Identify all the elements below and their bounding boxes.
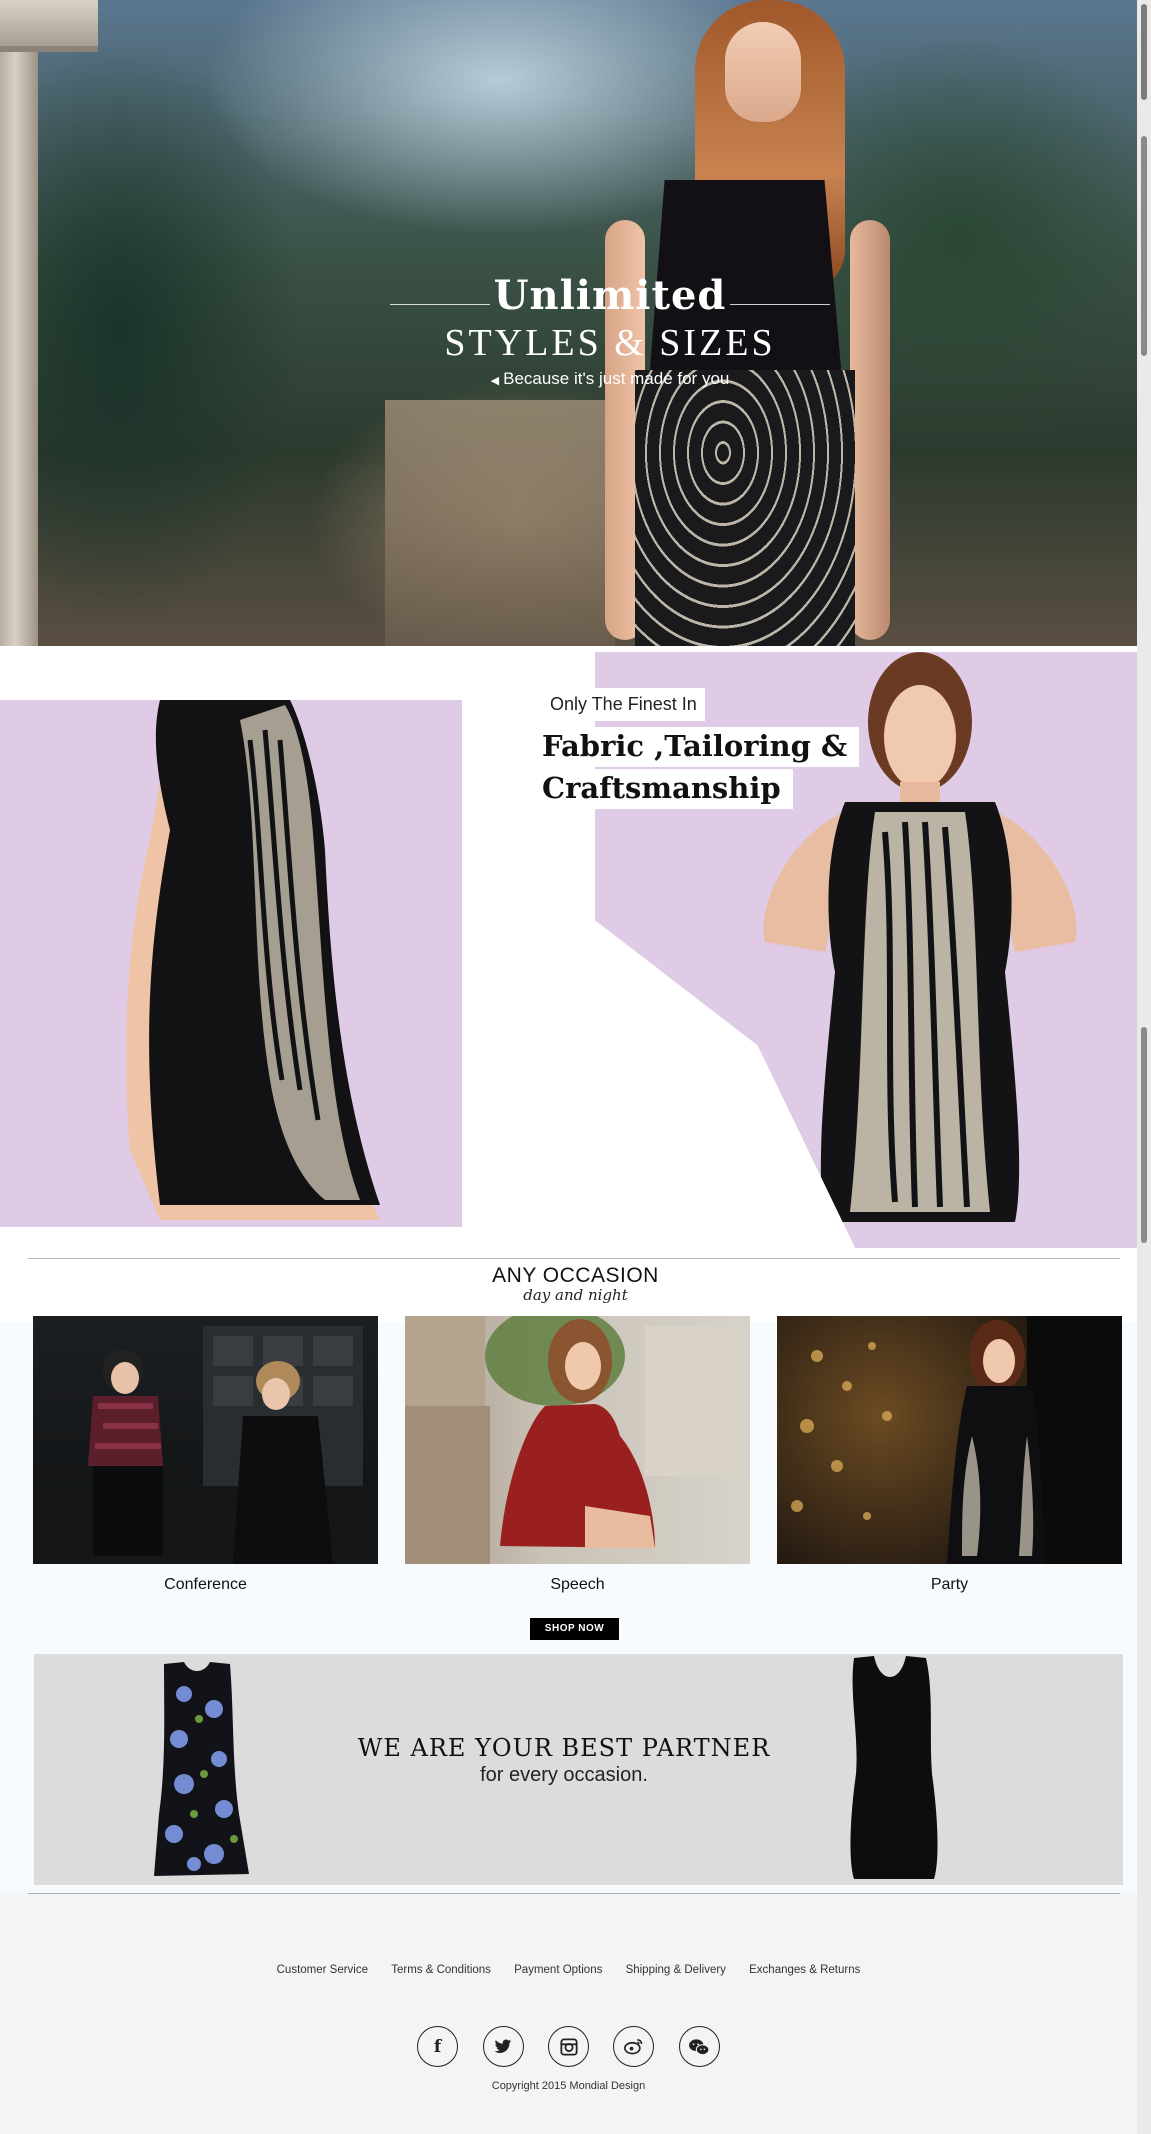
footer-link-exchanges[interactable]: Exchanges & Returns	[749, 1964, 860, 1976]
instagram-icon[interactable]	[548, 2026, 589, 2067]
pillar-capital	[0, 0, 98, 52]
footer-divider	[28, 1893, 1120, 1894]
balustrade-background	[385, 400, 615, 646]
hero-subtitle: STYLES & SIZES	[444, 322, 776, 364]
weibo-icon[interactable]	[613, 2026, 655, 2067]
hero-headline: Unlimited STYLES & SIZES ◀ Because it's j…	[389, 272, 831, 389]
feature-eyebrow: Only The Finest In	[542, 688, 705, 721]
footer-link-shipping[interactable]: Shipping & Delivery	[626, 1964, 726, 1976]
dress-side-view-image	[0, 700, 462, 1227]
conference-photo[interactable]	[33, 1316, 378, 1564]
scrollbar-thumb-lower[interactable]	[1141, 1027, 1147, 1243]
stone-pillar	[0, 0, 38, 646]
facebook-icon[interactable]: f	[417, 2026, 459, 2067]
scrollbar-thumb[interactable]	[1141, 4, 1147, 100]
feature-heading-line2: Craftsmanship	[542, 769, 793, 809]
partner-subtitle: for every occasion.	[480, 1764, 648, 1786]
page-scrollbar[interactable]	[1137, 0, 1151, 2134]
footer-link-customer-service[interactable]: Customer Service	[277, 1964, 368, 1976]
speech-photo[interactable]	[405, 1316, 750, 1564]
twitter-icon[interactable]	[482, 2026, 524, 2067]
social-links: f	[0, 2026, 1137, 2067]
conference-label[interactable]: Conference	[33, 1576, 378, 1594]
occasion-card-speech[interactable]: Speech	[405, 1316, 750, 1594]
occasion-card-conference[interactable]: Conference	[33, 1316, 378, 1594]
occasion-subtitle: day and night	[523, 1286, 628, 1304]
hero-tagline: ◀ Because it's just made for you	[490, 369, 730, 388]
scrollbar-thumb-secondary[interactable]	[1141, 136, 1147, 356]
site-footer: Customer Service Terms & Conditions Paym…	[0, 1893, 1137, 2134]
partner-banner[interactable]: WE ARE YOUR BEST PARTNER for every occas…	[34, 1654, 1123, 1885]
section-divider	[28, 1258, 1120, 1259]
hero-banner: Unlimited STYLES & SIZES ◀ Because it's j…	[0, 0, 1137, 646]
footer-nav: Customer Service Terms & Conditions Paym…	[0, 1964, 1137, 1976]
wechat-icon[interactable]	[678, 2026, 720, 2067]
party-label[interactable]: Party	[777, 1576, 1122, 1594]
footer-link-payment[interactable]: Payment Options	[514, 1964, 602, 1976]
footer-link-terms[interactable]: Terms & Conditions	[391, 1964, 491, 1976]
feature-heading-line1: Fabric ,Tailoring &	[542, 727, 860, 767]
partner-title: WE ARE YOUR BEST PARTNER	[357, 1734, 771, 1762]
speech-label[interactable]: Speech	[405, 1576, 750, 1594]
feature-copy: Only The Finest In Fabric ,Tailoring & C…	[542, 688, 860, 809]
copyright-text: Copyright 2015 Mondial Design	[491, 2080, 646, 2092]
occasion-card-party[interactable]: Party	[777, 1316, 1122, 1594]
occasion-section: ANY OCCASION day and night Conference Sp…	[0, 1250, 1137, 1900]
occasion-title: ANY OCCASION	[492, 1264, 659, 1287]
hero-title: Unlimited	[389, 272, 831, 319]
side-dress-illustration	[126, 700, 380, 1220]
party-photo[interactable]	[777, 1316, 1122, 1564]
craftsmanship-feature: Only The Finest In Fabric ,Tailoring & C…	[0, 646, 1137, 1250]
shop-now-button[interactable]: SHOP NOW	[530, 1618, 619, 1640]
triangle-left-icon: ◀	[490, 375, 500, 387]
